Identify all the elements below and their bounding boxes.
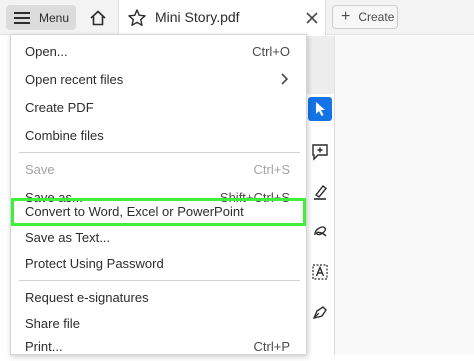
menu-item-save: Save Ctrl+S (11, 156, 306, 184)
menu-item-protect-password[interactable]: Protect Using Password (11, 250, 306, 278)
menu-item-print[interactable]: Print... Ctrl+P (11, 333, 306, 361)
menu-item-label: Save (25, 162, 55, 177)
file-menu-dropdown: Open... Ctrl+O Open recent files Create … (10, 34, 307, 355)
text-box-tool[interactable] (308, 260, 332, 284)
create-button[interactable]: + Create (332, 5, 398, 29)
draw-tool[interactable] (308, 220, 332, 244)
menu-item-request-esignatures[interactable]: Request e-signatures (11, 284, 306, 312)
menu-label: Menu (39, 10, 70, 25)
menu-item-label: Print... (25, 339, 63, 354)
tab-title: Mini Story.pdf (155, 9, 240, 25)
home-icon (90, 9, 106, 25)
hamburger-icon (14, 11, 30, 24)
document-page (334, 36, 474, 355)
menu-item-label: Combine files (25, 128, 104, 143)
comment-icon (312, 144, 328, 161)
menu-item-open[interactable]: Open... Ctrl+O (11, 38, 306, 66)
menu-item-label: Open... (25, 44, 68, 59)
plus-icon: + (341, 8, 351, 25)
menu-item-shortcut: Ctrl+S (253, 162, 290, 177)
menu-item-create-pdf[interactable]: Create PDF (11, 94, 306, 122)
highlight-tool[interactable] (308, 180, 332, 204)
menu-item-label: Share file (25, 316, 80, 331)
sign-icon (312, 306, 327, 320)
menu-divider (19, 152, 300, 153)
menu-item-combine-files[interactable]: Combine files (11, 122, 306, 150)
menu-divider (19, 280, 300, 281)
text-box-icon (312, 264, 328, 280)
menu-item-label: Open recent files (25, 72, 124, 87)
star-icon[interactable] (127, 8, 147, 33)
menu-item-save-as-text[interactable]: Save as Text... (11, 224, 306, 252)
draw-icon (314, 226, 327, 237)
select-cursor-icon (316, 102, 325, 116)
menu-item-shortcut: Ctrl+P (253, 339, 290, 354)
menu-item-shortcut: Ctrl+O (252, 44, 290, 59)
menu-item-label: Convert to Word, Excel or PowerPoint (25, 204, 244, 219)
menu-item-label: Protect Using Password (25, 256, 164, 271)
chevron-right-icon (280, 73, 289, 88)
sign-tool[interactable] (308, 300, 332, 324)
menu-item-label: Request e-signatures (25, 290, 149, 305)
menu-button[interactable]: Menu (6, 5, 76, 30)
home-button[interactable] (84, 4, 112, 31)
top-bar: Menu Mini Story.pdf + Create (0, 0, 474, 36)
create-label: Create (358, 10, 395, 24)
highlight-pen-icon (314, 184, 327, 200)
close-icon[interactable] (303, 9, 321, 27)
comment-tool[interactable] (308, 140, 332, 164)
menu-item-open-recent[interactable]: Open recent files (11, 66, 306, 94)
menu-item-label: Create PDF (25, 100, 94, 115)
select-tool[interactable] (308, 97, 332, 121)
menu-item-convert[interactable]: Convert to Word, Excel or PowerPoint (11, 198, 306, 226)
document-tab[interactable]: Mini Story.pdf (118, 0, 326, 36)
tool-rail (303, 94, 335, 355)
menu-item-label: Save as Text... (25, 230, 111, 245)
